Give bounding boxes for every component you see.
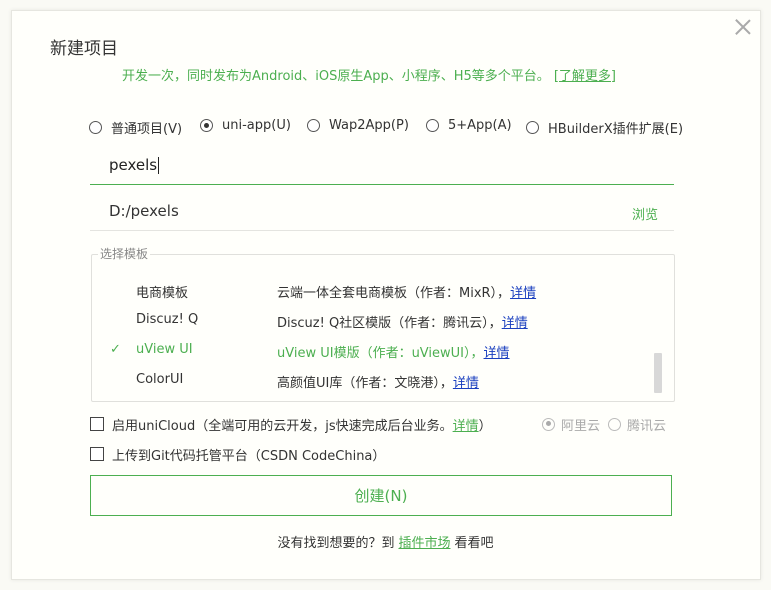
radio-tencent-cloud[interactable]: 腾讯云 bbox=[608, 414, 666, 434]
unicloud-checkbox-row[interactable]: 启用uniCloud（全端可用的云开发，js快速完成后台业务。 详情） bbox=[90, 414, 492, 434]
template-detail-link[interactable]: 详情 bbox=[484, 346, 510, 361]
template-name: uView UI bbox=[136, 342, 193, 357]
template-desc: 高颜值UI库（作者：文晓港），详情 bbox=[277, 372, 479, 391]
radio-wap2app[interactable]: Wap2App(P) bbox=[307, 118, 409, 133]
radio-label: uni-app(U) bbox=[222, 118, 291, 133]
project-name-input[interactable]: pexels bbox=[90, 148, 674, 185]
footer-suffix: 看看吧 bbox=[454, 536, 494, 551]
browse-button[interactable]: 浏览 bbox=[632, 204, 658, 223]
template-item-uview[interactable]: ✓ uView UI uView UI模版（作者：uViewUI），详情 bbox=[92, 342, 652, 364]
footer-prefix: 没有找到想要的？到 bbox=[277, 536, 395, 551]
template-item-ecommerce[interactable]: 电商模板 云端一体全套电商模板（作者：MixR），详情 bbox=[92, 282, 652, 304]
radio-circle bbox=[89, 121, 102, 134]
radio-label: HBuilderX插件扩展(E) bbox=[548, 122, 684, 137]
radio-circle bbox=[426, 119, 439, 132]
git-checkbox-row[interactable]: 上传到Git代码托管平台（CSDN CodeChina） bbox=[90, 444, 385, 464]
template-desc: 云端一体全套电商模板（作者：MixR），详情 bbox=[277, 282, 536, 301]
project-path-input[interactable]: D:/pexels 浏览 bbox=[90, 196, 674, 231]
subtitle-text: 开发一次，同时发布为Android、iOS原生App、小程序、H5等多个平台。 bbox=[122, 69, 550, 84]
radio-label: 5+App(A) bbox=[448, 118, 512, 133]
radio-hbuilderx-plugin[interactable]: HBuilderX插件扩展(E) bbox=[526, 118, 683, 137]
template-desc-text: 高颜值UI库（作者：文晓港）， bbox=[277, 376, 453, 391]
radio-circle bbox=[307, 119, 320, 132]
radio-uni-app[interactable]: uni-app(U) bbox=[200, 118, 291, 133]
radio-normal-project[interactable]: 普通项目(V) bbox=[89, 118, 182, 137]
template-list: 电商模板 云端一体全套电商模板（作者：MixR），详情 Discuz! Q Di… bbox=[91, 254, 675, 402]
radio-circle bbox=[608, 417, 621, 431]
unicloud-detail-link[interactable]: 详情 bbox=[453, 415, 479, 434]
project-name-value: pexels bbox=[109, 156, 158, 174]
template-name: ColorUI bbox=[136, 372, 184, 387]
template-desc-text: uView UI模版（作者：uViewUI）， bbox=[277, 346, 484, 361]
template-detail-link[interactable]: 详情 bbox=[502, 316, 528, 331]
template-name: Discuz! Q bbox=[136, 312, 199, 327]
template-detail-link[interactable]: 详情 bbox=[510, 286, 536, 301]
radio-label: 阿里云 bbox=[561, 418, 601, 434]
radio-aliyun[interactable]: 阿里云 bbox=[542, 414, 600, 434]
template-desc: Discuz! Q社区模版（作者：腾讯云），详情 bbox=[277, 312, 528, 331]
dialog-title: 新建项目 bbox=[50, 39, 118, 59]
template-desc-text: Discuz! Q社区模版（作者：腾讯云）， bbox=[277, 316, 502, 331]
unicloud-label: 启用uniCloud（全端可用的云开发，js快速完成后台业务。 bbox=[112, 418, 453, 434]
radio-circle-selected bbox=[542, 417, 555, 431]
unicloud-suffix: ） bbox=[478, 418, 492, 434]
template-desc-text: 云端一体全套电商模板（作者：MixR）， bbox=[277, 286, 511, 301]
create-button[interactable]: 创建(N) bbox=[90, 475, 672, 516]
template-detail-link[interactable]: 详情 bbox=[453, 376, 479, 391]
git-checkbox[interactable] bbox=[90, 447, 104, 461]
radio-circle-selected bbox=[200, 119, 213, 132]
footer-hint: 没有找到想要的？到 插件市场 看看吧 bbox=[0, 532, 771, 551]
radio-label: Wap2App(P) bbox=[329, 118, 409, 133]
template-scrollbar[interactable] bbox=[654, 353, 662, 393]
radio-circle bbox=[526, 121, 539, 134]
template-desc: uView UI模版（作者：uViewUI），详情 bbox=[277, 342, 510, 361]
git-label: 上传到Git代码托管平台（CSDN CodeChina） bbox=[112, 448, 386, 464]
dialog-subtitle: 开发一次，同时发布为Android、iOS原生App、小程序、H5等多个平台。 [… bbox=[122, 65, 616, 84]
project-path-value: D:/pexels bbox=[109, 202, 179, 220]
plugin-market-link[interactable]: 插件市场 bbox=[398, 536, 450, 551]
radio-label: 腾讯云 bbox=[627, 418, 667, 434]
close-icon[interactable] bbox=[733, 17, 753, 37]
template-legend: 选择模板 bbox=[98, 245, 151, 262]
template-item-colorui[interactable]: ColorUI 高颜值UI库（作者：文晓港），详情 bbox=[92, 372, 652, 394]
template-item-discuz[interactable]: Discuz! Q Discuz! Q社区模版（作者：腾讯云），详情 bbox=[92, 312, 652, 334]
template-name: 电商模板 bbox=[136, 286, 189, 301]
text-cursor bbox=[158, 157, 160, 174]
learn-more-link[interactable]: [了解更多] bbox=[554, 69, 616, 84]
radio-label: 普通项目(V) bbox=[111, 122, 183, 137]
radio-5plus-app[interactable]: 5+App(A) bbox=[426, 118, 512, 133]
checkmark-icon: ✓ bbox=[110, 342, 121, 357]
unicloud-checkbox[interactable] bbox=[90, 417, 104, 431]
